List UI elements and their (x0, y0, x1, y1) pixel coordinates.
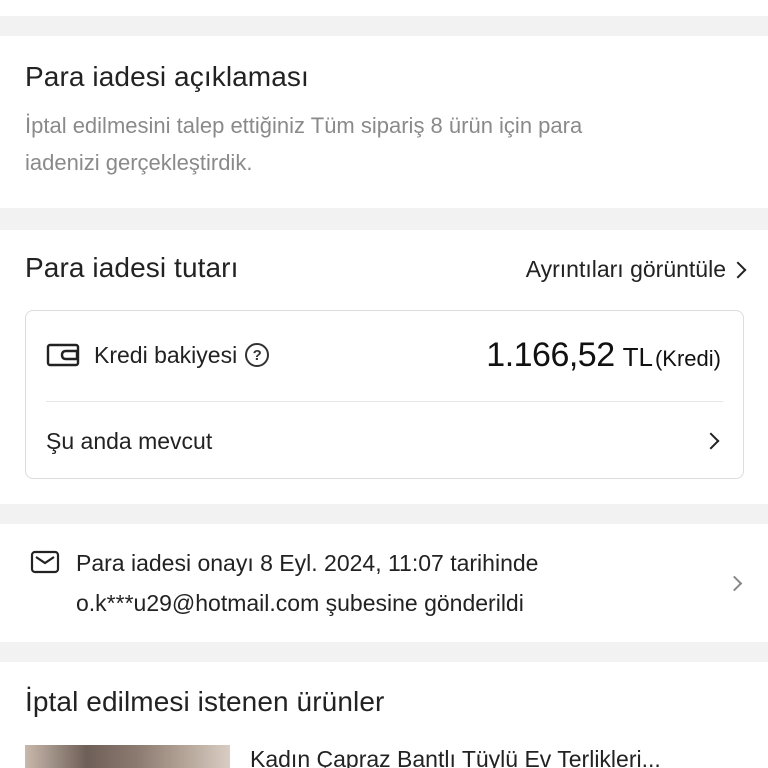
credit-divider (46, 401, 723, 402)
refund-amount-card: Para iadesi tutarı Ayrıntıları görüntüle… (0, 230, 768, 504)
credit-amount: 1.166,52 TL (Kredi) (486, 336, 721, 375)
refund-description-card: Para iadesi açıklaması İptal edilmesini … (0, 36, 768, 208)
chevron-right-icon (729, 261, 747, 278)
view-details-link[interactable]: Ayrıntıları görüntüle (525, 256, 747, 283)
availability-row[interactable]: Şu anda mevcut (46, 417, 720, 465)
amount-currency: TL (622, 341, 653, 372)
chevron-right-icon (726, 575, 743, 592)
credit-balance-row: Kredi bakiyesi ? 1.166,52 TL (Kredi) (46, 331, 721, 379)
notification-line2: o.k***u29@hotmail.com şubesine gönderild… (76, 590, 524, 616)
wallet-icon (46, 343, 80, 367)
help-circle-icon[interactable]: ? (245, 343, 270, 367)
refund-description-title: Para iadesi açıklaması (25, 61, 309, 92)
availability-label: Şu anda mevcut (46, 427, 213, 454)
cancelled-products-title: İptal edilmesi istenen ürünler (25, 686, 385, 717)
mail-icon (30, 550, 60, 574)
notification-line1: Para iadesi onayı 8 Eyl. 2024, 11:07 tar… (76, 550, 539, 576)
chevron-right-icon (702, 432, 720, 450)
cancelled-products-card: İptal edilmesi istenen ürünler Kadın Çap… (0, 662, 768, 768)
refund-description-line2: iadenizi gerçekleştirdik. (25, 150, 253, 175)
refund-description-line1: İptal edilmesini talep ettiğiniz Tüm sip… (25, 113, 583, 138)
refund-amount-title: Para iadesi tutarı (25, 252, 239, 283)
credit-balance-box: Kredi bakiyesi ? 1.166,52 TL (Kredi) Şu … (25, 310, 744, 479)
credit-balance-label-group: Kredi bakiyesi ? (46, 341, 270, 369)
amount-value: 1.166,52 (486, 335, 615, 374)
amount-note: (Kredi) (654, 345, 721, 371)
view-details-label: Ayrıntıları görüntüle (525, 256, 726, 282)
top-card-edge (0, 0, 768, 16)
product-thumbnail[interactable] (25, 745, 230, 768)
refund-notification-card[interactable]: Para iadesi onayı 8 Eyl. 2024, 11:07 tar… (0, 524, 768, 642)
credit-balance-label: Kredi bakiyesi (94, 341, 238, 368)
product-name[interactable]: Kadın Çapraz Bantlı Tüylü Ev Terlikleri.… (250, 746, 661, 768)
